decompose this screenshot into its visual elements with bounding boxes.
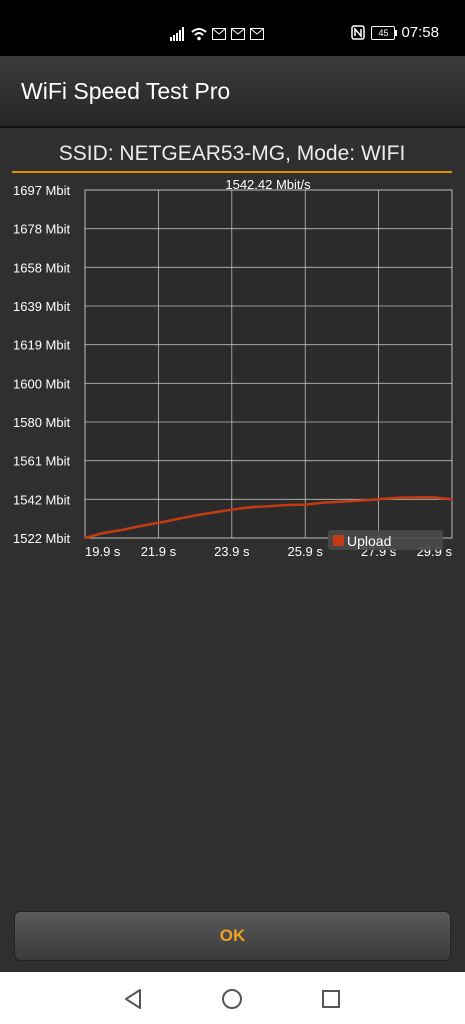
chart-title: 1542.42 Mbit/s bbox=[225, 177, 311, 192]
upload-data-point bbox=[194, 514, 197, 517]
upload-data-point bbox=[451, 498, 453, 501]
y-tick-label: 1522 Mbit bbox=[13, 531, 70, 546]
app-bar: WiFi Speed Test Pro bbox=[0, 56, 465, 128]
y-tick-label: 1542 Mbit bbox=[13, 492, 70, 507]
x-tick-label: 21.9 s bbox=[141, 544, 177, 559]
x-tick-label: 19.9 s bbox=[85, 544, 121, 559]
upload-data-point bbox=[359, 499, 362, 502]
status-right: 45 07:58 bbox=[351, 24, 439, 41]
upload-data-point bbox=[102, 532, 105, 534]
upload-data-point bbox=[249, 506, 252, 509]
upload-data-point bbox=[285, 504, 288, 506]
status-icons bbox=[170, 26, 264, 42]
upload-data-point bbox=[120, 529, 123, 531]
status-time: 07:58 bbox=[401, 24, 439, 41]
app-title: WiFi Speed Test Pro bbox=[21, 78, 231, 104]
upload-data-point bbox=[84, 537, 86, 539]
x-tick-label: 25.9 s bbox=[287, 544, 323, 559]
upload-data-point bbox=[267, 505, 270, 508]
upload-data-point bbox=[212, 511, 215, 514]
y-tick-label: 1600 Mbit bbox=[13, 376, 70, 391]
ok-button[interactable]: OK bbox=[14, 911, 451, 961]
y-tick-label: 1639 Mbit bbox=[13, 299, 70, 314]
recents-icon[interactable] bbox=[320, 988, 342, 1010]
y-tick-label: 1561 Mbit bbox=[13, 454, 70, 469]
mail-icon bbox=[231, 28, 245, 40]
x-tick-label: 23.9 s bbox=[214, 544, 250, 559]
dialog-title: SSID: NETGEAR53-MG, Mode: WIFI bbox=[58, 142, 406, 165]
signal-icon bbox=[170, 27, 184, 41]
upload-data-point bbox=[414, 496, 417, 499]
speed-chart: 1697 Mbit 1678 Mbit 1658 Mbit 1639 Mbit 1619… bbox=[13, 177, 453, 559]
legend-swatch bbox=[333, 535, 344, 546]
upload-data-point bbox=[432, 496, 435, 499]
navigation-bar bbox=[0, 972, 465, 1024]
y-tick-label: 1658 Mbit bbox=[13, 260, 70, 275]
status-bar: 45 07:58 bbox=[0, 0, 465, 56]
upload-data-point bbox=[304, 503, 307, 506]
y-tick-label: 1697 Mbit bbox=[13, 183, 70, 198]
y-tick-label: 1678 Mbit bbox=[13, 222, 70, 237]
upload-data-point bbox=[230, 508, 233, 511]
y-tick-label: 1619 Mbit bbox=[13, 338, 70, 353]
upload-data-point bbox=[175, 518, 178, 521]
plot-area bbox=[84, 189, 453, 539]
mail-icon bbox=[250, 28, 264, 40]
nfc-icon bbox=[351, 25, 366, 40]
wifi-icon bbox=[191, 28, 207, 41]
mail-icon bbox=[212, 28, 226, 40]
upload-data-point bbox=[322, 501, 325, 504]
upload-data-point bbox=[139, 525, 141, 527]
upload-data-point bbox=[377, 498, 380, 501]
upload-data-point bbox=[341, 500, 343, 503]
legend-label: Upload bbox=[347, 533, 391, 549]
upload-data-point bbox=[157, 521, 160, 524]
battery-icon: 45 bbox=[371, 25, 398, 40]
y-tick-label: 1580 Mbit bbox=[13, 415, 70, 430]
back-icon[interactable] bbox=[122, 988, 144, 1010]
upload-data-point bbox=[396, 496, 398, 499]
title-divider bbox=[12, 171, 452, 173]
home-icon[interactable] bbox=[221, 988, 243, 1010]
